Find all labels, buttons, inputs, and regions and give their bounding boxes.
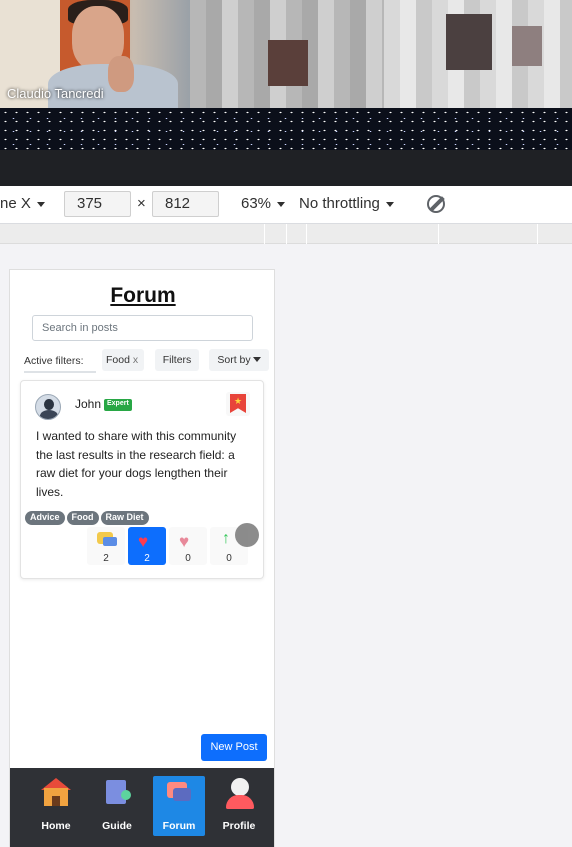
nav-profile-label: Profile xyxy=(222,820,256,832)
device-select[interactable]: ne X xyxy=(0,195,46,212)
height-input[interactable]: 812 xyxy=(152,191,219,217)
new-post-button[interactable]: New Post xyxy=(201,734,267,761)
participant-name: Claudio Tancredi xyxy=(7,86,104,101)
browser-chrome-band xyxy=(0,150,572,186)
nav-home[interactable]: Home xyxy=(30,776,82,836)
comments-button[interactable]: 2 xyxy=(87,527,125,565)
filters-button[interactable]: Filters xyxy=(155,349,199,371)
post-tags: Advice Food Raw Diet xyxy=(25,507,151,525)
video-call-strip: Claudio Tancredi xyxy=(0,0,572,108)
avatar[interactable] xyxy=(35,394,61,420)
throttling-select[interactable]: No throttling xyxy=(299,195,395,212)
arrow-up-icon: ↑ xyxy=(222,530,230,547)
nav-profile[interactable]: Profile xyxy=(213,776,265,836)
pointer-cursor xyxy=(235,523,259,547)
nav-guide[interactable]: Guide xyxy=(91,776,143,836)
search-input[interactable]: Search in posts xyxy=(32,315,253,341)
dislikes-count: 0 xyxy=(185,553,191,564)
comments-count: 2 xyxy=(103,553,109,564)
tag[interactable]: Food xyxy=(66,511,99,525)
nav-forum-label: Forum xyxy=(162,820,196,832)
dislike-button[interactable]: ♥ 0 xyxy=(169,527,207,565)
page-title: Forum xyxy=(110,284,176,307)
self-video-tile: Claudio Tancredi xyxy=(0,0,190,108)
bottom-navigation: Home Guide Forum Profile xyxy=(10,768,274,847)
sort-by-button[interactable]: Sort by xyxy=(209,349,269,371)
phone-viewport: Forum Search in posts Active filters: Fo… xyxy=(9,269,275,847)
upvotes-count: 0 xyxy=(226,553,232,564)
media-query-ruler[interactable] xyxy=(0,224,572,244)
post-actions: 2 ♥ 2 ♥ 0 ↑ 0 xyxy=(87,527,248,567)
device-toolbar: ne X 375 × 812 63% No throttling xyxy=(0,186,572,224)
blurred-video-tile xyxy=(384,0,572,108)
profile-icon xyxy=(231,778,249,796)
save-post-button[interactable]: ★ xyxy=(226,392,250,416)
blurred-video-tile xyxy=(190,0,384,108)
rotate-icon[interactable] xyxy=(427,195,445,213)
active-filters-label: Active filters: xyxy=(24,349,96,373)
chevron-down-icon xyxy=(252,357,261,362)
likes-count: 2 xyxy=(144,553,150,564)
screen: Claudio Tancredi ne X 375 × 812 63% No t… xyxy=(0,0,572,847)
heart-icon: ♥ xyxy=(138,532,149,551)
width-input[interactable]: 375 xyxy=(64,191,131,217)
tag[interactable]: Advice xyxy=(25,511,65,525)
expert-badge: Expert xyxy=(104,399,132,411)
filter-chip-food[interactable]: Food x xyxy=(102,349,144,371)
zoom-select[interactable]: 63% xyxy=(241,195,286,212)
nav-forum[interactable]: Forum xyxy=(153,776,205,836)
remove-filter-icon[interactable]: x xyxy=(133,354,138,366)
post-author[interactable]: John xyxy=(75,397,101,411)
filter-chip-label: Food xyxy=(106,354,130,366)
post-body: I wanted to share with this community th… xyxy=(36,429,237,499)
tag[interactable]: Raw Diet xyxy=(100,511,149,525)
post-card[interactable]: John Expert ★ I wanted to share with thi… xyxy=(20,380,264,579)
star-icon: ★ xyxy=(234,396,243,406)
times-symbol: × xyxy=(137,195,146,212)
nav-home-label: Home xyxy=(41,820,71,832)
nav-guide-label: Guide xyxy=(102,820,132,832)
like-button[interactable]: ♥ 2 xyxy=(128,527,166,565)
starfield-background xyxy=(0,108,572,150)
filters-row: Active filters: Food x Filters Sort by xyxy=(24,349,269,373)
broken-heart-icon: ♥ xyxy=(179,532,190,551)
